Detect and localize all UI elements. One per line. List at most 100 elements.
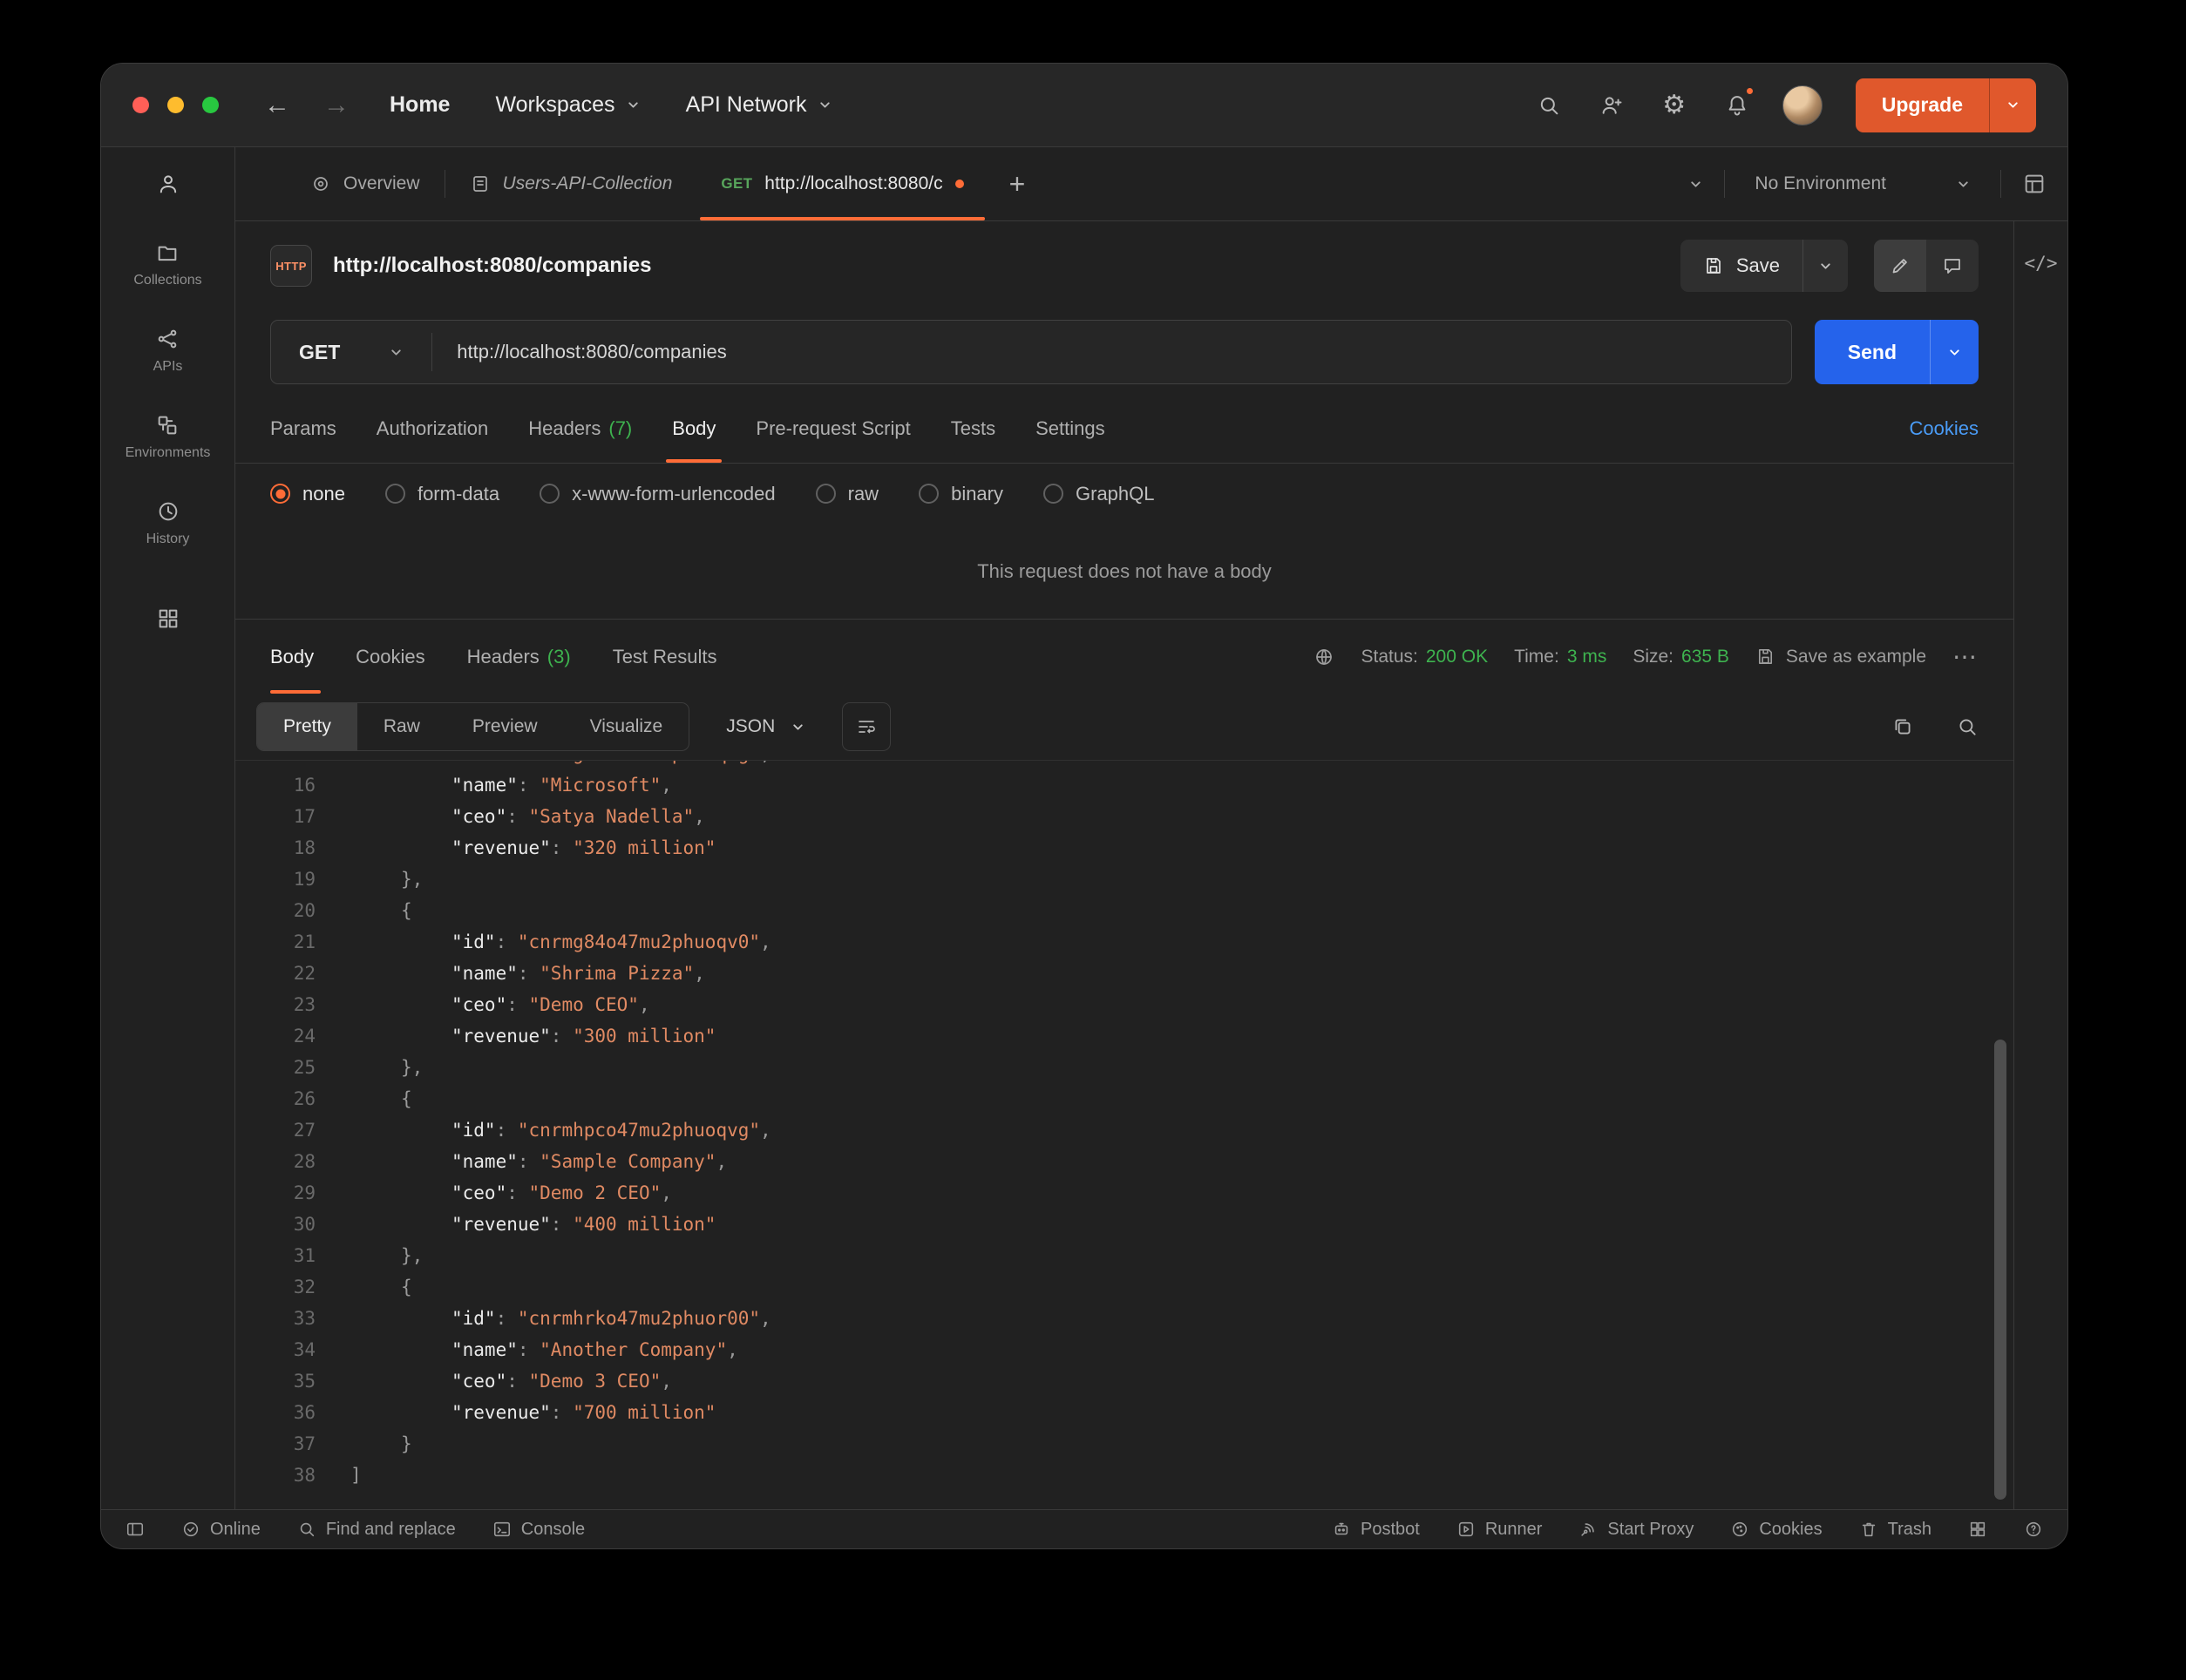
upgrade-options-chevron[interactable] — [1989, 78, 2036, 132]
profile-icon[interactable] — [156, 172, 180, 200]
sidebar-item-apis[interactable]: APIs — [153, 327, 183, 375]
send-options-chevron[interactable] — [1930, 320, 1979, 384]
back-icon[interactable]: ← — [264, 91, 290, 120]
view-visualize[interactable]: Visualize — [564, 703, 689, 750]
radio-form-data[interactable]: form-data — [385, 483, 499, 505]
radio-raw[interactable]: raw — [816, 483, 879, 505]
radio-graphql[interactable]: GraphQL — [1043, 483, 1155, 505]
settings-gear-icon[interactable]: ⚙ — [1657, 88, 1692, 123]
response-body-viewer[interactable]: 15"id": "cnrmg0oo47mu2phuoqug",16"name":… — [235, 761, 2013, 1509]
line-number: 25 — [235, 1052, 316, 1083]
code-line: 17"ceo": "Satya Nadella", — [235, 801, 2013, 832]
sidebar-item-collections[interactable]: Collections — [133, 240, 201, 288]
tab-list-chevron-icon[interactable] — [1688, 177, 1703, 192]
find-and-replace[interactable]: Find and replace — [297, 1520, 456, 1540]
nav-workspaces[interactable]: Workspaces — [495, 92, 640, 118]
search-response-icon[interactable] — [1956, 715, 1979, 738]
radio-icon — [270, 484, 290, 504]
tab-overview[interactable]: Overview — [286, 147, 445, 220]
response-tab-body[interactable]: Body — [270, 620, 335, 694]
zoom-window-button[interactable] — [202, 97, 219, 113]
invite-user-icon[interactable] — [1594, 88, 1629, 123]
radio-x-www-form-urlencoded[interactable]: x-www-form-urlencoded — [540, 483, 776, 505]
add-tab-button[interactable]: + — [988, 168, 1047, 200]
nav-api-network[interactable]: API Network — [686, 92, 832, 118]
online-status[interactable]: Online — [181, 1520, 261, 1540]
response-tab-cookies[interactable]: Cookies — [335, 620, 445, 694]
comment-icon[interactable] — [1926, 240, 1979, 292]
code-line: 29"ceo": "Demo 2 CEO", — [235, 1177, 2013, 1209]
console-button[interactable]: Console — [492, 1520, 585, 1540]
url-input[interactable] — [432, 321, 1790, 383]
response-toolbar: Pretty Raw Preview Visualize JSON — [235, 694, 2013, 761]
save-button[interactable]: Save — [1680, 240, 1802, 292]
sidebar-item-history[interactable]: History — [146, 499, 190, 547]
tab-params[interactable]: Params — [270, 394, 356, 463]
view-pretty[interactable]: Pretty — [257, 703, 357, 750]
tab-settings[interactable]: Settings — [1015, 394, 1125, 463]
start-proxy-button[interactable]: Start Proxy — [1578, 1520, 1694, 1540]
trash-button[interactable]: Trash — [1859, 1520, 1931, 1540]
tab-prerequest-script[interactable]: Pre-request Script — [736, 394, 930, 463]
help-icon[interactable] — [2024, 1520, 2043, 1539]
wrap-lines-icon[interactable] — [842, 702, 891, 751]
code-line: 18"revenue": "320 million" — [235, 832, 2013, 864]
environment-quicklook-icon[interactable] — [2022, 172, 2047, 196]
runner-button[interactable]: Runner — [1456, 1520, 1543, 1540]
format-selector[interactable]: JSON — [709, 702, 823, 751]
tab-request-active[interactable]: GET http://localhost:8080/c — [696, 147, 988, 220]
code-line: 37} — [235, 1428, 2013, 1460]
tab-body[interactable]: Body — [652, 394, 736, 463]
response-tab-headers[interactable]: Headers (3) — [446, 620, 592, 694]
network-globe-icon[interactable] — [1314, 647, 1334, 667]
tab-headers[interactable]: Headers (7) — [508, 394, 652, 463]
save-as-example-button[interactable]: Save as example — [1755, 647, 1926, 667]
tab-authorization[interactable]: Authorization — [356, 394, 508, 463]
upgrade-button-main[interactable]: Upgrade — [1856, 78, 1989, 132]
environment-selector[interactable]: No Environment — [1746, 173, 1979, 194]
nav-home[interactable]: Home — [390, 92, 450, 118]
sidebar-toggle-icon[interactable] — [126, 1520, 145, 1539]
panes-layout-icon[interactable] — [1968, 1520, 1987, 1539]
response-tab-test-results[interactable]: Test Results — [592, 620, 738, 694]
code-line: 25}, — [235, 1052, 2013, 1083]
response-more-options-icon[interactable]: ⋯ — [1952, 642, 1979, 671]
line-number: 28 — [235, 1146, 316, 1177]
code-line: 16"name": "Microsoft", — [235, 769, 2013, 801]
status-bar: Online Find and replace Console Postbot … — [101, 1509, 2067, 1548]
code-line: 27"id": "cnrmhpco47mu2phuoqvg", — [235, 1114, 2013, 1146]
chevron-down-icon — [626, 98, 641, 112]
method-selector[interactable]: GET — [271, 321, 431, 383]
copy-response-icon[interactable] — [1891, 715, 1914, 738]
code-line: 23"ceo": "Demo CEO", — [235, 989, 2013, 1020]
forward-icon[interactable]: → — [323, 91, 350, 120]
view-preview[interactable]: Preview — [446, 703, 564, 750]
collections-icon — [155, 240, 180, 265]
notifications-bell-icon[interactable] — [1720, 88, 1755, 123]
minimize-window-button[interactable] — [167, 97, 184, 113]
tab-tests[interactable]: Tests — [931, 394, 1015, 463]
postbot-button[interactable]: Postbot — [1332, 1520, 1420, 1540]
radio-none[interactable]: none — [270, 483, 345, 505]
close-window-button[interactable] — [132, 97, 149, 113]
sidebar-item-environments[interactable]: Environments — [126, 413, 211, 461]
apis-icon — [155, 327, 180, 351]
notification-badge — [1745, 86, 1755, 96]
send-button[interactable]: Send — [1815, 320, 1930, 384]
cookies-button[interactable]: Cookies — [1730, 1520, 1822, 1540]
save-options-chevron[interactable] — [1802, 240, 1848, 292]
view-raw[interactable]: Raw — [357, 703, 446, 750]
line-number: 33 — [235, 1303, 316, 1334]
search-icon[interactable] — [1531, 88, 1566, 123]
trash-icon — [1859, 1520, 1878, 1539]
avatar[interactable] — [1782, 85, 1823, 125]
radio-binary[interactable]: binary — [919, 483, 1003, 505]
edit-pencil-icon[interactable] — [1874, 240, 1926, 292]
more-tools-grid-icon[interactable] — [156, 606, 180, 635]
cookies-link[interactable]: Cookies — [1910, 417, 1979, 440]
tab-collection[interactable]: Users-API-Collection — [445, 147, 697, 220]
cookie-icon — [1730, 1520, 1749, 1539]
code-snippet-icon[interactable]: </> — [2025, 253, 2058, 274]
search-icon — [297, 1520, 316, 1539]
vertical-scrollbar[interactable] — [1994, 1040, 2006, 1500]
